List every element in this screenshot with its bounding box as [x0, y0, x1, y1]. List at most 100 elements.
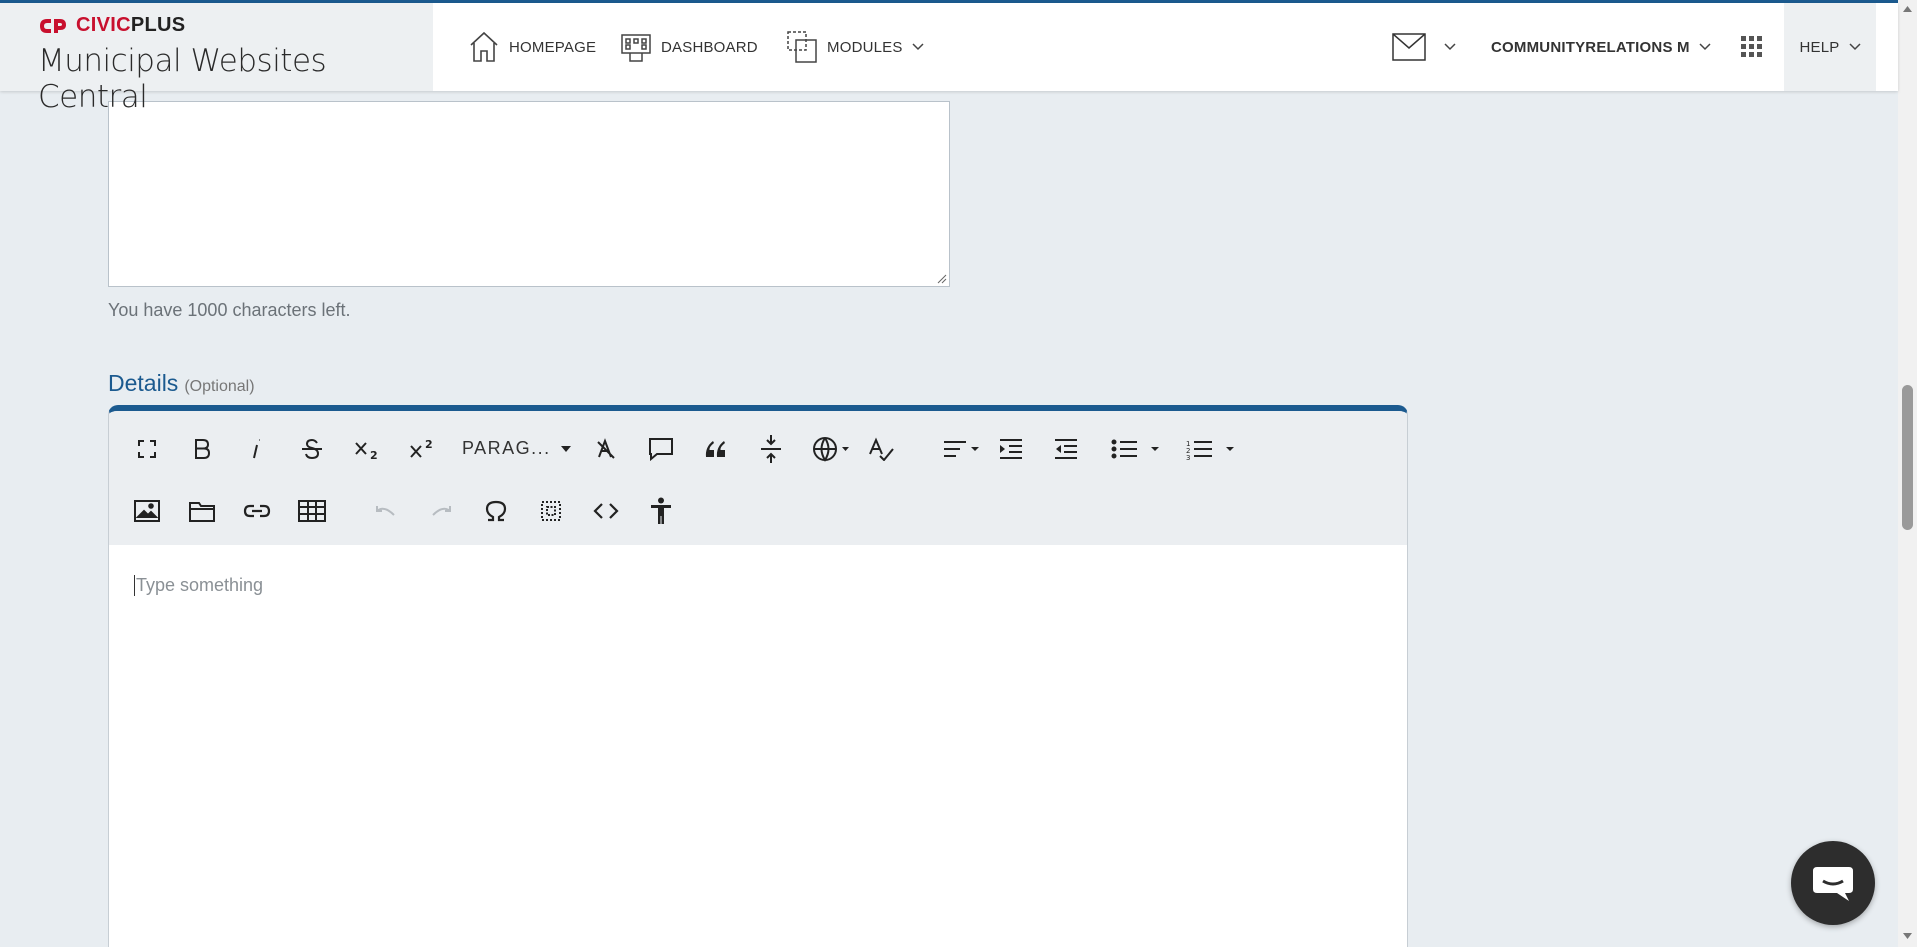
code-view-button[interactable]	[586, 491, 626, 531]
clear-formatting-button[interactable]	[586, 429, 626, 469]
undo-button[interactable]	[366, 491, 406, 531]
rich-text-editor: 2 2 PARAG... 1 2 3 Type something	[108, 405, 1408, 947]
subscript-button[interactable]: 2	[347, 429, 387, 469]
comment-icon	[649, 438, 673, 461]
modules-icon	[787, 31, 817, 63]
site-name: Municipal Websites Central	[38, 43, 327, 115]
details-section-title: Details (Optional)	[108, 370, 255, 397]
messages-menu[interactable]	[1392, 3, 1456, 91]
special-characters-button[interactable]	[476, 491, 516, 531]
quote-icon	[705, 441, 725, 457]
resize-grip-icon[interactable]	[937, 274, 947, 284]
details-title: Details	[108, 370, 179, 396]
insert-link-button[interactable]	[237, 491, 277, 531]
page-break-button[interactable]	[751, 429, 791, 469]
indent-button[interactable]	[991, 429, 1031, 469]
italic-icon	[253, 439, 260, 459]
summary-textarea[interactable]	[108, 101, 950, 287]
civicplus-logo-icon	[40, 18, 66, 33]
user-menu[interactable]: COMMUNITYRELATIONS M	[1491, 3, 1711, 91]
optional-label: (Optional)	[184, 378, 255, 395]
nav-homepage-label: HOMEPAGE	[509, 38, 597, 56]
editor-content-area[interactable]: Type something	[109, 545, 1407, 947]
superscript-button[interactable]: 2	[402, 429, 442, 469]
app-grid-button[interactable]	[1741, 3, 1763, 91]
scrollbar-thumb[interactable]	[1902, 385, 1913, 530]
bulleted-list-button[interactable]	[1106, 429, 1166, 469]
insert-file-button[interactable]	[182, 491, 222, 531]
chat-launcher-button[interactable]	[1791, 841, 1875, 925]
numbered-list-icon: 123	[1186, 440, 1234, 460]
fullscreen-icon	[138, 440, 156, 458]
paragraph-format-label: PARAG...	[462, 438, 551, 458]
char-count-text: You have 1000 characters left.	[108, 300, 351, 320]
svg-text:2: 2	[425, 438, 433, 451]
main-content: You have 1000 characters left. Details (…	[0, 91, 1898, 947]
fullscreen-button[interactable]	[127, 429, 167, 469]
italic-button[interactable]	[237, 429, 277, 469]
subscript-icon: 2	[355, 442, 378, 460]
page-break-icon	[761, 435, 781, 463]
strikethrough-button[interactable]	[292, 429, 332, 469]
vertical-scrollbar[interactable]	[1898, 0, 1917, 947]
insert-table-button[interactable]	[292, 491, 332, 531]
caret-down-icon	[560, 445, 571, 452]
strikethrough-icon	[302, 438, 322, 460]
envelope-icon	[1392, 33, 1426, 61]
logo-text-civic: CIVIC	[76, 14, 131, 36]
scroll-down-arrow-icon[interactable]	[1898, 929, 1917, 943]
user-name: COMMUNITYRELATIONS M	[1491, 38, 1690, 56]
bold-icon	[195, 439, 211, 459]
chevron-down-icon	[1699, 43, 1711, 51]
brand-area[interactable]: CIVICPLUS Municipal Websites Central	[0, 3, 433, 115]
editor-placeholder: Type something	[134, 575, 264, 596]
folder-icon	[189, 502, 215, 522]
chevron-down-icon	[1848, 43, 1861, 51]
grid-icon	[1741, 36, 1762, 57]
insert-image-button[interactable]	[127, 491, 167, 531]
comment-button[interactable]	[641, 429, 681, 469]
top-header: CIVICPLUS Municipal Websites Central HOM…	[0, 3, 1898, 115]
scroll-up-arrow-icon[interactable]	[1898, 2, 1917, 16]
bold-button[interactable]	[182, 429, 222, 469]
nav-dashboard-label: DASHBOARD	[661, 38, 758, 56]
svg-text:3: 3	[1186, 454, 1190, 460]
redo-button[interactable]	[421, 491, 461, 531]
redo-icon	[432, 506, 451, 516]
nav-homepage[interactable]: HOMEPAGE	[468, 3, 596, 91]
spellcheck-icon	[869, 437, 894, 461]
outdent-icon	[1055, 439, 1077, 459]
align-button[interactable]	[936, 429, 986, 469]
outdent-button[interactable]	[1046, 429, 1086, 469]
svg-text:2: 2	[370, 449, 378, 460]
table-icon	[298, 500, 326, 522]
nav-modules[interactable]: MODULES	[786, 3, 924, 91]
link-icon	[243, 504, 271, 518]
blockquote-button[interactable]	[696, 429, 736, 469]
help-menu[interactable]: HELP	[1784, 3, 1876, 91]
align-left-icon	[944, 441, 979, 457]
select-all-button[interactable]	[531, 491, 571, 531]
editor-toolbar: 2 2 PARAG... 1 2 3	[109, 411, 1407, 545]
home-icon	[470, 31, 498, 62]
code-icon	[593, 503, 619, 519]
civicplus-logo: CIVICPLUS	[38, 14, 185, 37]
chevron-down-icon	[912, 43, 924, 51]
clear-formatting-icon	[597, 438, 615, 459]
language-button[interactable]	[806, 429, 856, 469]
nav-dashboard[interactable]: DASHBOARD	[620, 3, 758, 91]
help-label: HELP	[1799, 38, 1840, 56]
undo-icon	[376, 506, 395, 516]
numbered-list-button[interactable]: 123	[1181, 429, 1241, 469]
indent-icon	[1000, 439, 1022, 459]
accessibility-icon	[651, 497, 671, 524]
chat-bubble-icon	[1813, 867, 1853, 901]
accessibility-button[interactable]	[641, 491, 681, 531]
paragraph-format-select[interactable]: PARAG...	[462, 438, 571, 459]
image-icon	[134, 500, 160, 522]
globe-icon	[813, 437, 849, 462]
select-all-icon	[541, 501, 561, 521]
omega-icon	[485, 500, 507, 522]
spellcheck-button[interactable]	[861, 429, 901, 469]
chevron-down-icon	[1444, 43, 1456, 51]
